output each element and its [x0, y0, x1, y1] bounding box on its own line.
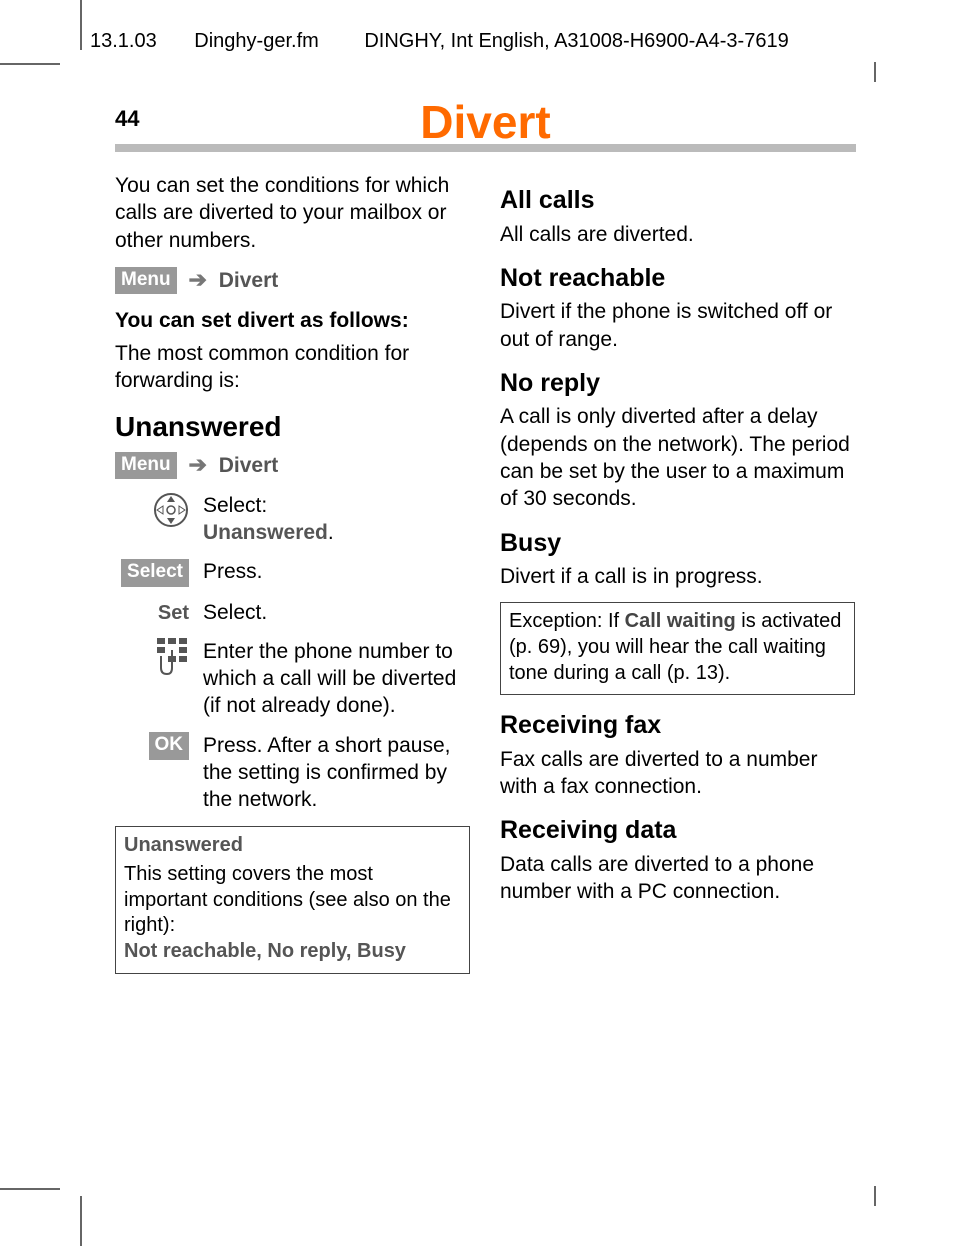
- doc-header: 13.1.03 Dinghy-ger.fm DINGHY, Int Englis…: [90, 30, 789, 53]
- note-subconditions: Not reachable, No reply, Busy: [124, 940, 406, 962]
- nav-path-2: Menu ➔ Divert: [115, 451, 470, 480]
- all-calls-text: All calls are diverted.: [500, 221, 855, 248]
- step-text: Select:: [203, 494, 267, 517]
- crop-mark: [0, 1188, 60, 1190]
- ok-key-label: OK: [149, 732, 190, 760]
- manual-page: 13.1.03 Dinghy-ger.fm DINGHY, Int Englis…: [0, 0, 954, 1246]
- call-waiting-note-box: Exception: If Call waiting is activated …: [500, 602, 855, 695]
- receiving-fax-heading: Receiving fax: [500, 709, 855, 742]
- receiving-data-text: Data calls are diverted to a phone numbe…: [500, 851, 855, 906]
- step-ok: OK Press. After a short pause, the setti…: [115, 732, 470, 814]
- busy-text: Divert if a call is in progress.: [500, 563, 855, 590]
- note-body: This setting covers the most important c…: [124, 863, 451, 936]
- crop-mark: [0, 63, 60, 65]
- intro-text: You can set the conditions for which cal…: [115, 172, 470, 254]
- call-waiting-term: Call waiting: [625, 610, 736, 632]
- note-title: Unanswered: [124, 833, 461, 859]
- not-reachable-text: Divert if the phone is switched off or o…: [500, 298, 855, 353]
- step-list: Select: Unanswered. Select Press. Set Se…: [115, 492, 470, 814]
- note-fragment: Exception: If: [509, 610, 625, 632]
- nav-target: Divert: [219, 454, 279, 477]
- step-option: Unanswered: [203, 521, 328, 544]
- menu-key-label: Menu: [115, 267, 177, 295]
- header-date: 13.1.03: [90, 30, 157, 52]
- nav-path-1: Menu ➔ Divert: [115, 266, 470, 295]
- page-title: Divert: [115, 95, 856, 149]
- step-text: Select.: [203, 599, 470, 626]
- all-calls-heading: All calls: [500, 184, 855, 217]
- receiving-data-heading: Receiving data: [500, 814, 855, 847]
- step-set: Set Select.: [115, 599, 470, 626]
- header-filename: Dinghy-ger.fm: [194, 30, 319, 52]
- receiving-fax-text: Fax calls are diverted to a number with …: [500, 746, 855, 801]
- set-label: Set: [158, 602, 189, 624]
- busy-heading: Busy: [500, 527, 855, 560]
- step-enter-number: Enter the phone number to which a call w…: [115, 638, 470, 720]
- unanswered-note-box: Unanswered This setting covers the most …: [115, 826, 470, 974]
- menu-key-label: Menu: [115, 452, 177, 480]
- left-column: You can set the conditions for which cal…: [115, 170, 470, 974]
- crop-mark: [80, 0, 82, 50]
- common-condition-text: The most common condition for forwarding…: [115, 340, 470, 395]
- dpad-icon: [115, 492, 203, 535]
- select-key-label: Select: [121, 559, 189, 587]
- unanswered-heading: Unanswered: [115, 409, 470, 445]
- arrow-right-icon: ➔: [188, 451, 206, 480]
- right-column: All calls All calls are diverted. Not re…: [500, 170, 855, 974]
- arrow-right-icon: ➔: [188, 266, 206, 295]
- header-docid: DINGHY, Int English, A31008-H6900-A4-3-7…: [364, 30, 788, 52]
- crop-mark: [80, 1196, 82, 1246]
- not-reachable-heading: Not reachable: [500, 262, 855, 295]
- crop-mark: [874, 62, 876, 82]
- step-text: Press. After a short pause, the setting …: [203, 732, 470, 814]
- keypad-icon: [115, 638, 203, 683]
- title-rule: [115, 144, 856, 152]
- step-press-select: Select Press.: [115, 558, 470, 586]
- step-select-unanswered: Select: Unanswered.: [115, 492, 470, 547]
- no-reply-heading: No reply: [500, 367, 855, 400]
- set-divert-heading: You can set divert as follows:: [115, 307, 470, 334]
- no-reply-text: A call is only diverted after a delay (d…: [500, 403, 855, 512]
- crop-mark: [874, 1186, 876, 1206]
- nav-target: Divert: [219, 269, 279, 292]
- step-text: Press.: [203, 558, 470, 585]
- content-columns: You can set the conditions for which cal…: [115, 170, 855, 974]
- step-text: Enter the phone number to which a call w…: [203, 638, 470, 720]
